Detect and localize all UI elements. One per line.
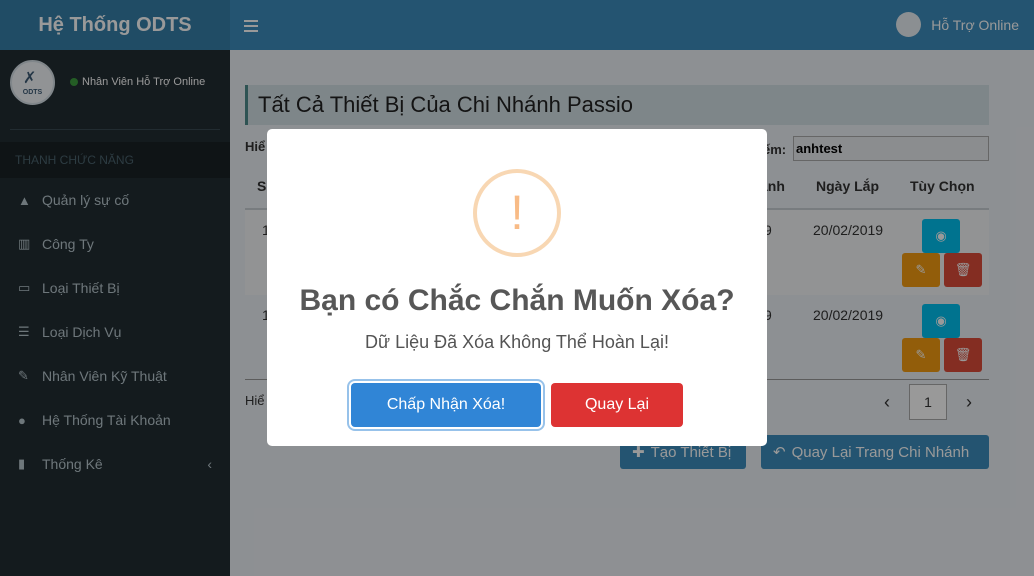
warning-icon: ! (473, 169, 561, 257)
dialog-title: Bạn có Chắc Chắn Muốn Xóa? (299, 284, 735, 317)
cancel-button[interactable]: Quay Lại (551, 383, 683, 427)
dialog-message: Dữ Liệu Đã Xóa Không Thể Hoàn Lại! (365, 332, 669, 352)
confirm-delete-button[interactable]: Chấp Nhận Xóa! (351, 383, 541, 427)
confirm-delete-dialog: ! Bạn có Chắc Chắn Muốn Xóa? Dữ Liệu Đã … (267, 129, 767, 446)
